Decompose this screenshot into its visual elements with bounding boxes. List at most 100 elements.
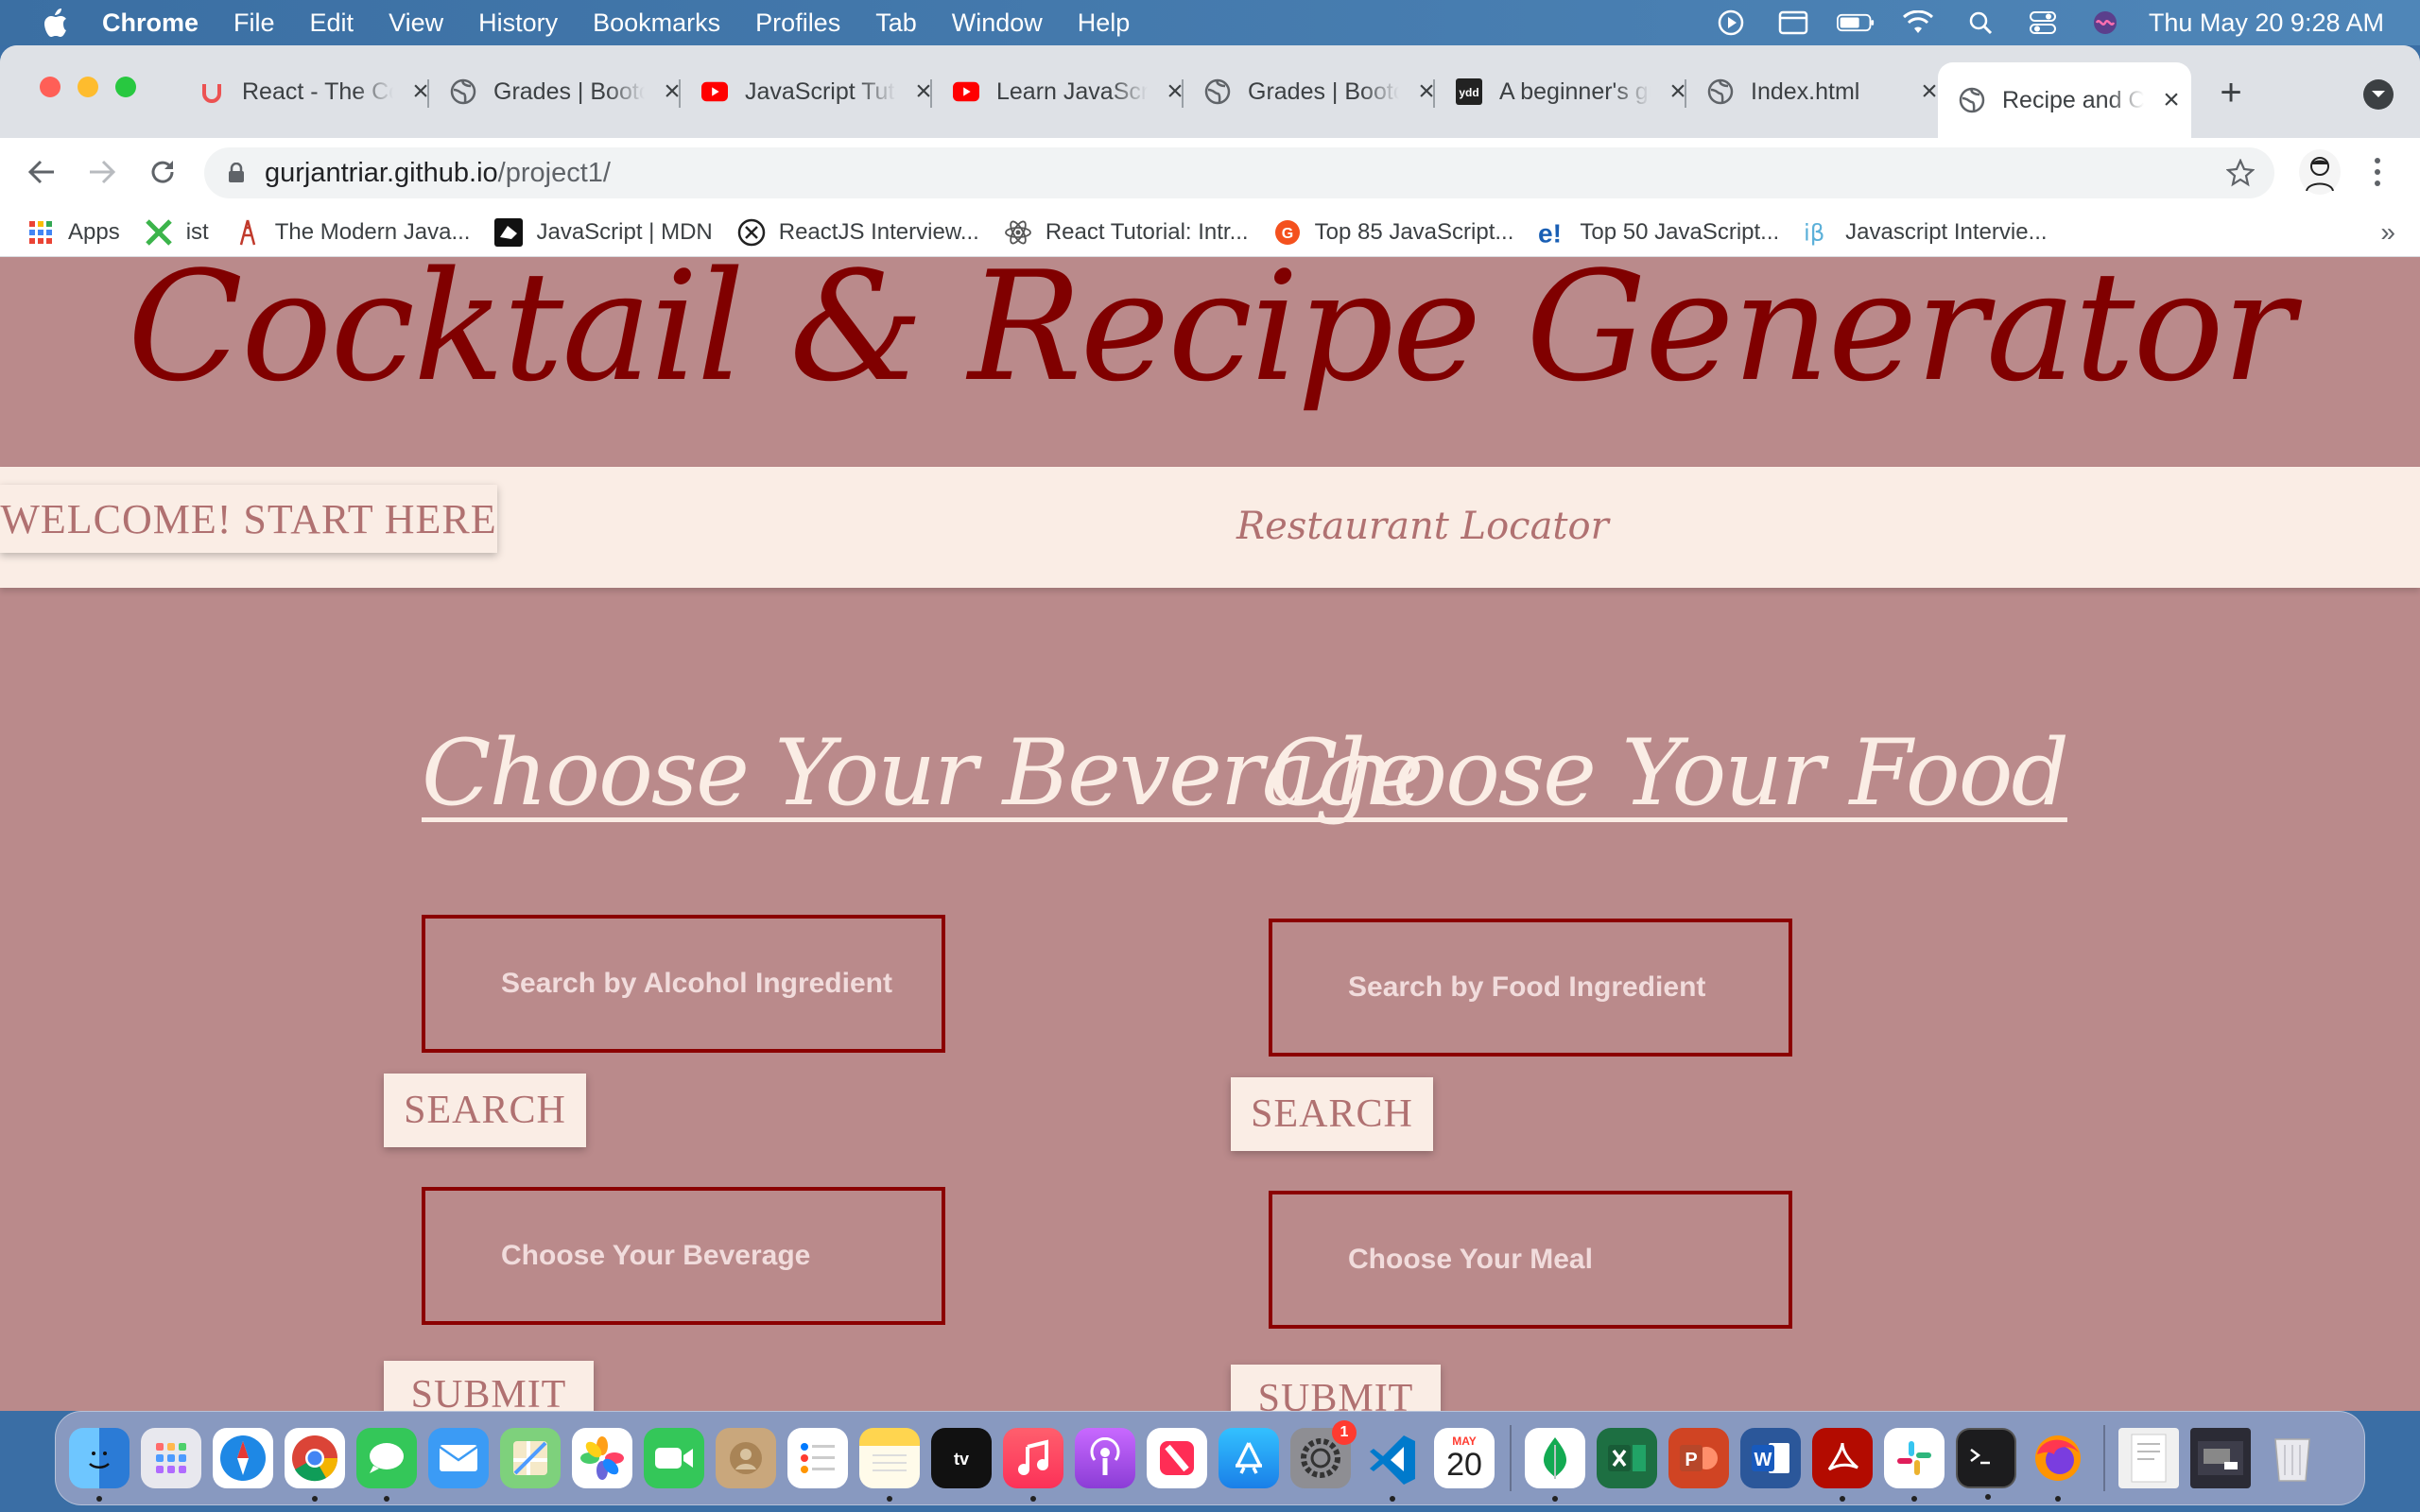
lock-icon[interactable] bbox=[225, 162, 248, 184]
menu-view[interactable]: View bbox=[389, 9, 443, 38]
word-icon[interactable]: W bbox=[1740, 1428, 1801, 1488]
new-tab-icon[interactable]: + bbox=[2212, 72, 2250, 113]
finder-icon[interactable] bbox=[69, 1428, 130, 1502]
food-search-button[interactable]: SEARCH bbox=[1231, 1077, 1433, 1151]
reload-icon[interactable] bbox=[142, 151, 183, 193]
close-tab-icon[interactable]: × bbox=[909, 76, 938, 107]
address-bar[interactable]: gurjantriar.github.io/project1/ bbox=[204, 147, 2274, 198]
screen-record-icon[interactable] bbox=[1712, 8, 1750, 38]
beverage-search-button[interactable]: SEARCH bbox=[384, 1074, 586, 1147]
menu-tab[interactable]: Tab bbox=[875, 9, 917, 38]
photos-icon[interactable] bbox=[572, 1428, 632, 1488]
close-tab-icon[interactable]: × bbox=[1664, 76, 1692, 107]
choose-beverage-input[interactable] bbox=[422, 1187, 945, 1325]
calendar-icon[interactable]: MAY 20 bbox=[1434, 1428, 1495, 1488]
back-arrow-icon[interactable] bbox=[21, 151, 62, 193]
maps-icon[interactable] bbox=[500, 1428, 561, 1488]
menu-history[interactable]: History bbox=[478, 9, 558, 38]
tab-recipe-cocktail-active[interactable]: Recipe and Cocktail × bbox=[1938, 62, 2191, 138]
menu-file[interactable]: File bbox=[233, 9, 275, 38]
menubar-clock[interactable]: Thu May 20 9:28 AM bbox=[2149, 9, 2384, 38]
tab-grades-2[interactable]: Grades | Bootcamp × bbox=[1204, 70, 1441, 113]
powerpoint-icon[interactable]: P bbox=[1668, 1428, 1729, 1488]
screenshot-icon[interactable] bbox=[2190, 1428, 2251, 1488]
close-tab-icon[interactable]: × bbox=[1161, 76, 1189, 107]
menu-bookmarks[interactable]: Bookmarks bbox=[593, 9, 720, 38]
close-tab-icon[interactable]: × bbox=[658, 76, 686, 107]
profile-avatar[interactable] bbox=[2299, 149, 2341, 195]
close-tab-icon[interactable]: × bbox=[406, 76, 435, 107]
facetime-icon[interactable] bbox=[644, 1428, 704, 1488]
chrome-icon[interactable] bbox=[285, 1428, 345, 1502]
bookmark-apps[interactable]: Apps bbox=[26, 218, 120, 247]
bookmarks-overflow-chevron-icon[interactable]: » bbox=[2380, 217, 2395, 248]
bookmark-mdn[interactable]: JavaScript | MDN bbox=[494, 217, 713, 247]
appletv-icon[interactable]: tv bbox=[931, 1428, 992, 1488]
menu-app-name[interactable]: Chrome bbox=[102, 9, 199, 38]
safari-icon[interactable] bbox=[213, 1428, 273, 1488]
restaurant-locator-link[interactable]: Restaurant Locator bbox=[1236, 505, 1609, 548]
reminders-icon[interactable] bbox=[787, 1428, 848, 1488]
alcohol-ingredient-search-input[interactable] bbox=[422, 915, 945, 1053]
welcome-start-button[interactable]: WELCOME! START HERE bbox=[0, 485, 497, 553]
firefox-icon[interactable] bbox=[2028, 1428, 2088, 1502]
mail-icon[interactable] bbox=[428, 1428, 489, 1488]
orange-logo-icon: G bbox=[1273, 218, 1302, 247]
beverage-submit-button[interactable]: SUBMIT bbox=[384, 1361, 594, 1411]
excel-icon[interactable] bbox=[1597, 1428, 1657, 1488]
bookmark-javascript-interview[interactable]: iβ Javascript Intervie... bbox=[1804, 218, 2047, 247]
tab-react-guide[interactable]: React - The Complete Guide × bbox=[199, 70, 435, 113]
menu-window[interactable]: Window bbox=[952, 9, 1043, 38]
mongodb-icon[interactable] bbox=[1525, 1428, 1585, 1502]
close-tab-icon[interactable]: × bbox=[1412, 76, 1441, 107]
tab-grades-1[interactable]: Grades | Bootcamp × bbox=[450, 70, 686, 113]
forward-arrow-icon[interactable] bbox=[81, 151, 123, 193]
apple-logo-icon[interactable] bbox=[36, 4, 74, 42]
slack-icon[interactable] bbox=[1884, 1428, 1945, 1502]
close-window-button[interactable] bbox=[40, 77, 60, 97]
window-icon[interactable] bbox=[1774, 8, 1812, 38]
choose-meal-input[interactable] bbox=[1269, 1191, 1792, 1329]
contacts-icon[interactable] bbox=[716, 1428, 776, 1488]
bookmark-reactjs-interview[interactable]: ReactJS Interview... bbox=[737, 218, 979, 247]
tower-icon bbox=[233, 218, 262, 247]
food-ingredient-search-input[interactable] bbox=[1269, 919, 1792, 1057]
wifi-icon[interactable] bbox=[1899, 8, 1937, 38]
bookmark-star-icon[interactable] bbox=[2225, 158, 2256, 188]
siri-icon[interactable] bbox=[2086, 8, 2124, 38]
bookmark-top-50-javascript[interactable]: e! Top 50 JavaScript... bbox=[1538, 218, 1779, 247]
menu-help[interactable]: Help bbox=[1078, 9, 1131, 38]
tab-javascript-tutorial[interactable]: JavaScript Tutorial × bbox=[701, 70, 938, 113]
bookmark-ist[interactable]: ist bbox=[145, 218, 209, 247]
acrobat-icon[interactable] bbox=[1812, 1428, 1873, 1502]
control-center-icon[interactable] bbox=[2024, 8, 2062, 38]
tab-beginners-guide[interactable]: ydd A beginner's guide × bbox=[1456, 70, 1692, 113]
podcasts-icon[interactable] bbox=[1075, 1428, 1135, 1488]
bookmark-react-tutorial[interactable]: React Tutorial: Intr... bbox=[1004, 218, 1249, 247]
menu-edit[interactable]: Edit bbox=[310, 9, 354, 38]
launchpad-icon[interactable] bbox=[141, 1428, 201, 1488]
music-icon[interactable] bbox=[1003, 1428, 1063, 1502]
tab-index-html[interactable]: Index.html × bbox=[1707, 70, 1944, 113]
chrome-menu-icon[interactable] bbox=[2363, 151, 2392, 193]
news-icon[interactable] bbox=[1147, 1428, 1207, 1488]
minimize-window-button[interactable] bbox=[78, 77, 98, 97]
terminal-icon[interactable] bbox=[1956, 1428, 2016, 1500]
settings-icon[interactable]: 1 bbox=[1290, 1420, 1357, 1488]
battery-icon[interactable] bbox=[1836, 8, 1875, 38]
messages-icon[interactable] bbox=[356, 1428, 417, 1502]
tab-learn-javascript[interactable]: Learn JavaScript × bbox=[953, 70, 1189, 113]
close-tab-icon[interactable]: × bbox=[2157, 84, 2186, 115]
appstore-icon[interactable] bbox=[1219, 1428, 1279, 1488]
maximize-window-button[interactable] bbox=[115, 77, 136, 97]
spotlight-search-icon[interactable] bbox=[1962, 8, 1999, 38]
menu-profiles[interactable]: Profiles bbox=[755, 9, 840, 38]
bookmark-top-85-javascript[interactable]: G Top 85 JavaScript... bbox=[1273, 218, 1513, 247]
downloads-icon[interactable] bbox=[2118, 1428, 2179, 1488]
bookmark-modern-javascript[interactable]: The Modern Java... bbox=[233, 218, 470, 247]
food-submit-button[interactable]: SUBMIT bbox=[1231, 1365, 1441, 1411]
vscode-icon[interactable] bbox=[1362, 1428, 1423, 1502]
trash-icon[interactable] bbox=[2262, 1428, 2323, 1488]
notes-icon[interactable] bbox=[859, 1428, 920, 1502]
tab-search-chevron-icon[interactable] bbox=[2363, 79, 2394, 110]
